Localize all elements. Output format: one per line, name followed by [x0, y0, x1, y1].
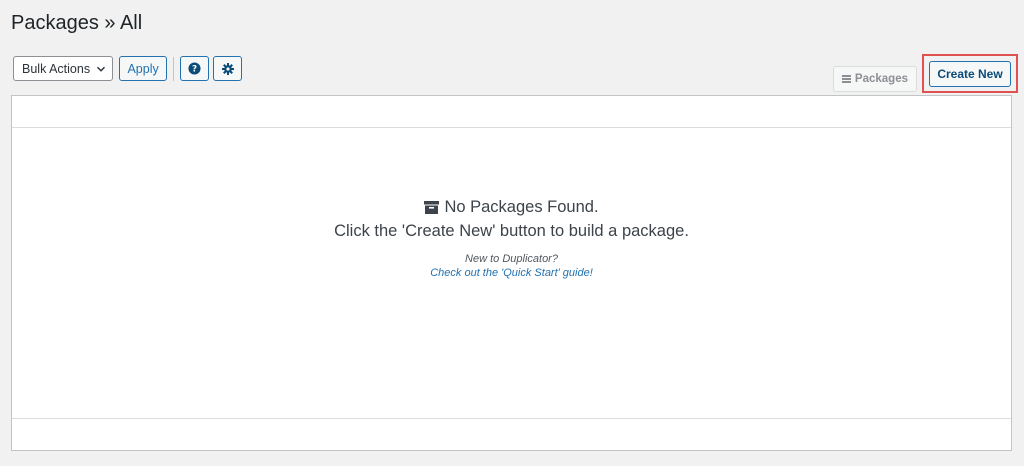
create-new-button[interactable]: Create New [929, 61, 1011, 87]
bulk-toolbar: Bulk Actions Apply ? [13, 55, 246, 82]
toolbar-divider [173, 56, 175, 81]
list-icon [841, 74, 851, 84]
packages-button-label: Packages [854, 72, 908, 85]
bulk-actions-label: Bulk Actions [22, 61, 91, 76]
settings-button[interactable] [213, 56, 243, 81]
bulk-actions-select[interactable]: Bulk Actions [13, 56, 114, 81]
svg-text:?: ? [192, 65, 197, 75]
create-new-highlight: Create New [922, 54, 1018, 93]
empty-message: Click the 'Create New' button to build a… [334, 221, 689, 240]
gear-icon [221, 62, 234, 75]
page-title: Packages » All [11, 12, 143, 34]
apply-button[interactable]: Apply [119, 56, 168, 81]
new-user-prompt: New to Duplicator? [465, 252, 558, 265]
help-button[interactable]: ? [180, 56, 210, 81]
package-actions: Packages Create New [832, 54, 1018, 93]
table-footer [12, 418, 1011, 450]
question-circle-icon: ? [188, 62, 201, 75]
archive-box-icon [424, 200, 440, 214]
packages-button[interactable]: Packages [832, 65, 917, 92]
packages-table: No Packages Found. Click the 'Create New… [11, 95, 1012, 451]
empty-state: No Packages Found. Click the 'Create New… [12, 196, 1011, 280]
empty-heading-row: No Packages Found. [424, 196, 599, 218]
quick-start-link[interactable]: Check out the 'Quick Start' guide! [12, 266, 1011, 280]
empty-heading: No Packages Found. [444, 197, 599, 216]
chevron-down-icon [96, 64, 106, 74]
table-header [12, 96, 1011, 128]
